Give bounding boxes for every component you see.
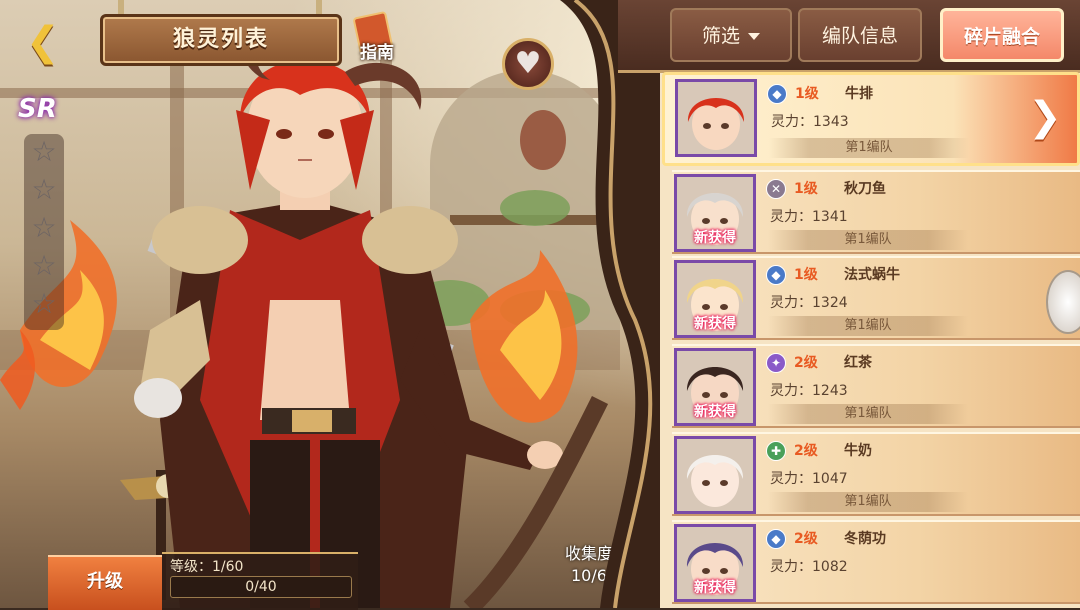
character-power: 灵力：1343 (771, 114, 849, 130)
character-level: 1级 (794, 267, 818, 283)
character-avatar[interactable]: 新获得 (674, 260, 756, 338)
character-avatar[interactable] (675, 79, 757, 157)
team-info-label: 编队信息 (821, 25, 898, 47)
team-label: 第1编队 (769, 138, 969, 158)
character-card[interactable]: ◆ 1级 牛排灵力：1343 第1编队 ❯ (662, 72, 1080, 166)
character-name: 秋刀鱼 (844, 181, 886, 197)
shield-icon: ◆ (766, 265, 786, 285)
chevron-down-icon (748, 33, 760, 40)
character-name: 法式蜗牛 (844, 267, 900, 283)
character-avatar[interactable]: 新获得 (674, 524, 756, 602)
character-level: 1级 (795, 86, 819, 102)
team-label: 第1编队 (768, 230, 968, 250)
character-power: 灵力：1341 (770, 209, 848, 225)
fragment-fusion-button[interactable]: 碎片融合 (940, 8, 1064, 62)
new-obtained-badge: 新获得 (694, 316, 736, 332)
character-avatar[interactable]: 新获得 (674, 174, 756, 252)
character-name: 牛奶 (844, 443, 872, 459)
team-label: 第1编队 (768, 316, 968, 336)
character-name: 冬荫功 (844, 531, 886, 547)
shield-icon: ◆ (766, 529, 786, 549)
chevron-right-icon: ❯ (1028, 94, 1062, 140)
character-name: 红茶 (844, 355, 872, 371)
fragment-fusion-label: 碎片融合 (963, 26, 1040, 48)
character-card[interactable]: 新获得 ✦ 2级 红茶灵力：1243 第1编队 (672, 344, 1080, 428)
character-power: 灵力：1082 (770, 559, 848, 575)
character-avatar[interactable] (674, 436, 756, 514)
filter-button-label: 筛选 (701, 25, 740, 47)
character-level: 2级 (794, 355, 818, 371)
character-power: 灵力：1047 (770, 471, 848, 487)
team-info-button[interactable]: 编队信息 (798, 8, 922, 62)
character-power: 灵力：1243 (770, 383, 848, 399)
magic-icon: ✦ (766, 353, 786, 373)
team-label: 第1编队 (768, 404, 968, 424)
filter-button[interactable]: 筛选 (670, 8, 792, 62)
character-card[interactable]: 新获得 ✕ 1级 秋刀鱼灵力：1341 第1编队 (672, 170, 1080, 254)
character-level: 1级 (794, 181, 818, 197)
character-level: 2级 (794, 531, 818, 547)
new-obtained-badge: 新获得 (694, 580, 736, 596)
character-avatar[interactable]: 新获得 (674, 348, 756, 426)
detail-arrow-button[interactable]: ❯ (1023, 87, 1067, 147)
new-obtained-badge: 新获得 (694, 404, 736, 420)
character-name: 牛排 (845, 86, 873, 102)
new-obtained-badge: 新获得 (694, 230, 736, 246)
heal-icon: ✚ (766, 441, 786, 461)
shield-icon: ◆ (767, 84, 787, 104)
character-card[interactable]: 新获得 ◆ 2级 冬荫功灵力：1082 (672, 520, 1080, 604)
character-power: 灵力：1324 (770, 295, 848, 311)
character-card[interactable]: ✚ 2级 牛奶灵力：1047 第1编队 (672, 432, 1080, 516)
swords-icon: ✕ (766, 179, 786, 199)
character-card[interactable]: 新获得 ◆ 1级 法式蜗牛灵力：1324 第1编队 (672, 256, 1080, 340)
team-label: 第1编队 (768, 492, 968, 512)
character-level: 2级 (794, 443, 818, 459)
